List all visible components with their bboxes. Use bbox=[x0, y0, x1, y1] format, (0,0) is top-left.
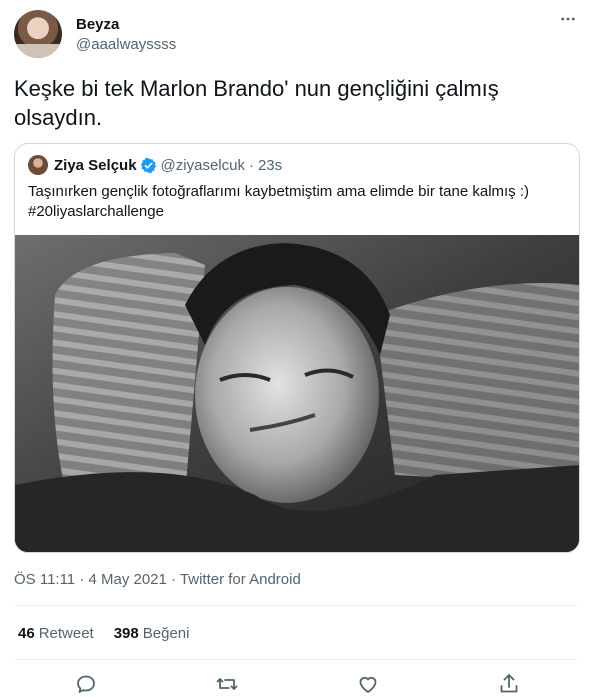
more-icon[interactable] bbox=[559, 10, 577, 33]
like-icon[interactable] bbox=[356, 672, 380, 696]
quoted-tweet-hashtag[interactable]: #20liyaslarchallenge bbox=[28, 202, 568, 222]
like-stat[interactable]: 398 Beğeni bbox=[114, 625, 190, 642]
quoted-tweet-header: Ziya Selçuk @ziyaselcuk · 23s bbox=[28, 155, 282, 175]
retweet-label: Retweet bbox=[38, 625, 94, 642]
like-count: 398 bbox=[113, 625, 139, 642]
share-icon[interactable] bbox=[497, 672, 521, 696]
author-name[interactable]: Beyza bbox=[76, 16, 119, 33]
separator-dot: · bbox=[248, 156, 254, 174]
tweet-text: Keşke bi tek Marlon Brando' nun gençliği… bbox=[14, 76, 499, 130]
quoted-tweet-text-line: Taşınırken gençlik fotoğraflarımı kaybet… bbox=[28, 183, 530, 200]
tweet-actions bbox=[0, 672, 591, 696]
divider bbox=[14, 605, 577, 606]
quoted-tweet[interactable]: Ziya Selçuk @ziyaselcuk · 23s Taşınırken… bbox=[14, 143, 580, 553]
tweet-stats: 46 Retweet 398 Beğeni bbox=[18, 625, 209, 642]
like-label: Beğeni bbox=[142, 625, 190, 642]
author-avatar[interactable] bbox=[14, 10, 62, 58]
quoted-tweet-photo[interactable] bbox=[15, 235, 579, 552]
quoted-tweet-time: 23s bbox=[257, 156, 283, 174]
quoted-tweet-text: Taşınırken gençlik fotoğraflarımı kaybet… bbox=[28, 182, 568, 222]
tweet-header: Beyza @aaalwayssss bbox=[14, 10, 577, 58]
retweet-icon[interactable] bbox=[215, 672, 239, 696]
tweet-timestamp[interactable]: ÖS 11:11 · 4 May 2021 · Twitter for Andr… bbox=[14, 571, 301, 588]
retweet-count: 46 bbox=[18, 625, 35, 642]
author-handle[interactable]: @aaalwayssss bbox=[76, 36, 176, 53]
quoted-author-avatar bbox=[28, 155, 48, 175]
quoted-author-name: Ziya Selçuk bbox=[54, 156, 137, 174]
quoted-author-handle: @ziyaselcuk bbox=[160, 156, 245, 174]
divider bbox=[14, 659, 577, 660]
verified-badge-icon bbox=[140, 157, 157, 174]
retweet-stat[interactable]: 46 Retweet bbox=[18, 625, 94, 642]
reply-icon[interactable] bbox=[74, 672, 98, 696]
